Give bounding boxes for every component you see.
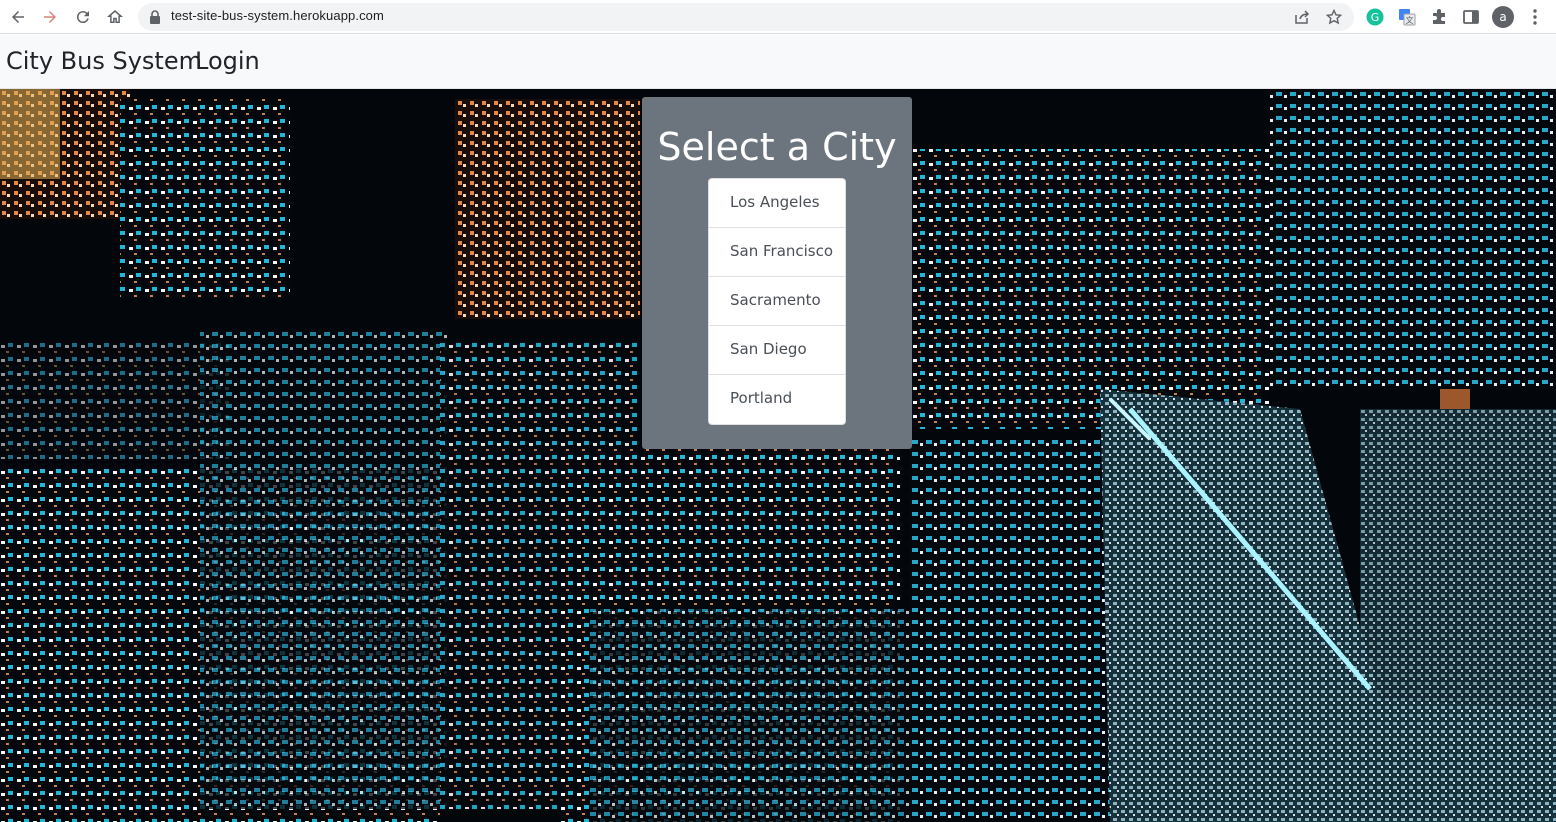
svg-text:文: 文 xyxy=(1406,15,1414,25)
svg-text:G: G xyxy=(1371,11,1380,24)
back-icon[interactable] xyxy=(6,5,30,29)
home-icon[interactable] xyxy=(103,5,127,29)
select-city-card: Select a City Los Angeles San Francisco … xyxy=(642,97,912,449)
city-item-los-angeles[interactable]: Los Angeles xyxy=(709,179,845,228)
grammarly-extension-icon[interactable]: G xyxy=(1364,6,1386,28)
select-city-heading: Select a City xyxy=(657,125,897,169)
share-icon[interactable] xyxy=(1292,7,1312,27)
city-item-portland[interactable]: Portland xyxy=(709,375,845,424)
bookmark-star-icon[interactable] xyxy=(1324,7,1344,27)
reload-icon[interactable] xyxy=(71,5,95,29)
city-list: Los Angeles San Francisco Sacramento San… xyxy=(708,178,846,425)
url-text[interactable]: test-site-bus-system.herokuapp.com xyxy=(171,8,384,23)
city-item-sacramento[interactable]: Sacramento xyxy=(709,277,845,326)
city-item-san-diego[interactable]: San Diego xyxy=(709,326,845,375)
forward-icon[interactable] xyxy=(38,5,62,29)
translate-extension-icon[interactable]: 文 xyxy=(1396,6,1418,28)
lock-icon[interactable] xyxy=(148,9,162,25)
more-menu-icon[interactable] xyxy=(1524,6,1546,28)
login-link[interactable]: Login xyxy=(195,47,260,75)
profile-avatar[interactable]: a xyxy=(1492,6,1514,28)
city-item-san-francisco[interactable]: San Francisco xyxy=(709,228,845,277)
side-panel-icon[interactable] xyxy=(1460,6,1482,28)
extensions-puzzle-icon[interactable] xyxy=(1428,6,1450,28)
browser-toolbar: test-site-bus-system.herokuapp.com G 文 a xyxy=(0,0,1556,34)
address-bar[interactable]: test-site-bus-system.herokuapp.com xyxy=(138,3,1354,31)
site-navbar: City Bus System Login xyxy=(0,35,1556,89)
brand-link[interactable]: City Bus System xyxy=(6,47,202,75)
